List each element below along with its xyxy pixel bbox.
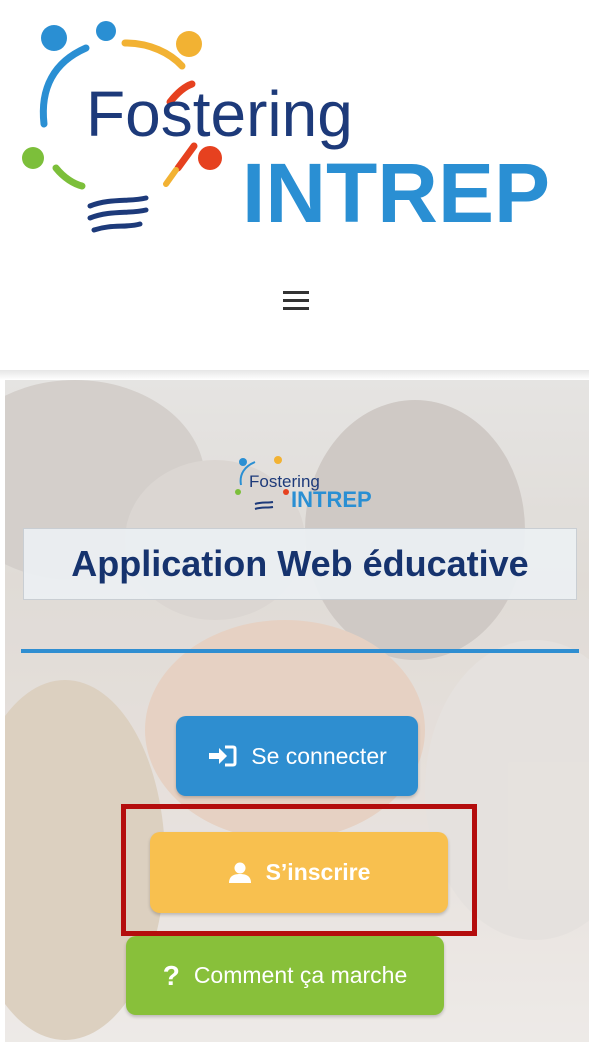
hamburger-menu-icon[interactable] [281, 283, 311, 317]
how-it-works-button[interactable]: ? Comment ça marche [126, 936, 444, 1015]
svg-text:INTREP: INTREP [291, 487, 372, 512]
register-button[interactable]: S’inscrire [150, 832, 448, 913]
user-icon [228, 862, 252, 884]
svg-text:Fostering: Fostering [86, 78, 353, 150]
login-button[interactable]: Se connecter [176, 716, 418, 796]
site-header: Fostering INTREP [0, 0, 589, 378]
svg-text:INTREP: INTREP [242, 146, 550, 240]
question-icon: ? [162, 959, 180, 991]
fostering-intrep-logo[interactable]: Fostering INTREP [20, 18, 580, 248]
hero-section: Fostering INTREP Application Web éducati… [5, 380, 589, 1042]
header-divider [0, 370, 589, 380]
register-button-label: S’inscrire [265, 859, 371, 885]
fostering-intrep-logo-small: Fostering INTREP [235, 456, 372, 512]
how-it-works-label: Comment ça marche [193, 962, 408, 988]
page-title-box: Application Web éducative [23, 528, 577, 600]
title-divider [21, 649, 579, 653]
login-button-label: Se connecter [251, 742, 387, 769]
page-title: Application Web éducative [71, 543, 529, 584]
sign-in-icon [207, 745, 237, 767]
